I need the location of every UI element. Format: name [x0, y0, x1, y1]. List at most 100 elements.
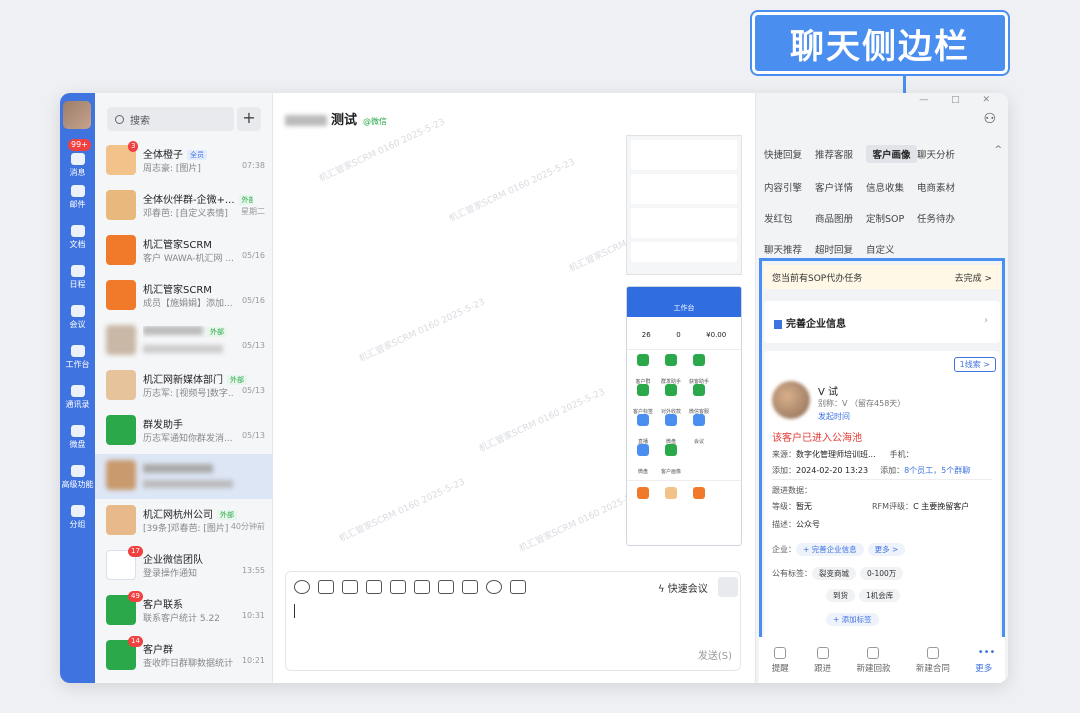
list-item[interactable]: 群发助手 历志军通知你群发消... 05/13 [95, 409, 273, 454]
tab-custom-sop[interactable]: 定制SOP [866, 211, 917, 225]
list-item[interactable]: 14 客户群 查收昨日群聊数据统计 10:21 [95, 634, 273, 679]
tab-customer-detail[interactable]: 客户详情 [815, 180, 866, 194]
start-chat-link[interactable]: 发起时间 [818, 411, 850, 422]
ellipsis-icon: ••• [977, 646, 996, 658]
nav-workbench[interactable]: 工作台 [60, 345, 95, 370]
list-item[interactable]: 3 全体橙子 全员 周志豪: [图片] 07:38 [95, 139, 273, 184]
follow-data[interactable]: 跟进数据： [772, 485, 812, 496]
tag-pill: 1机会库 [859, 589, 901, 602]
customer-name: V 试 [818, 387, 839, 398]
reminder-button[interactable]: 提醒 [772, 646, 789, 674]
nav-groups[interactable]: 分组 [60, 505, 95, 530]
more-button[interactable]: ••• 更多 [975, 646, 996, 674]
sparkle-icon [70, 465, 85, 477]
tab-tasks[interactable]: 任务待办 [917, 211, 968, 225]
leads-button[interactable]: 1线索 > [953, 357, 996, 372]
list-item[interactable]: 49 客户联系 联系客户统计 5.22 10:31 [95, 589, 273, 634]
tab-ecommerce-assets[interactable]: 电商素材 [917, 180, 968, 194]
meeting-icon [70, 305, 85, 317]
message-badge: 99+ [68, 139, 91, 151]
nav-calendar[interactable]: 日程 [60, 265, 95, 290]
tab-customer-profile[interactable]: 客户画像 [866, 145, 917, 163]
nav-advanced[interactable]: 高级功能 [60, 465, 95, 490]
bell-icon [774, 646, 787, 659]
list-item[interactable]: 外部 05/13 [95, 319, 273, 364]
list-item[interactable]: 机汇网杭州公司 外部 [39条]邓春芭: [图片] 40分钟前 [95, 499, 273, 544]
complete-company-pill[interactable]: + 完善企业信息 [796, 543, 864, 556]
watermark: 机汇管家SCRM 0160 2025-5-23 [447, 157, 577, 225]
image-message[interactable]: 工作台 26 0 ¥0.00 客户群 群发助手 获客助手 客户标签 对外收款 微… [626, 286, 742, 546]
tag-icon [70, 505, 85, 517]
calendar-icon [70, 265, 85, 277]
tab-red-packet[interactable]: 发红包 [764, 211, 815, 225]
contract-icon [926, 646, 939, 659]
scrm-logo [106, 280, 136, 310]
chat-panel: 测试 @微信 机汇管家SCRM 0160 2025-5-23 机汇管家SCRM 0… [273, 93, 755, 683]
scrm-logo [106, 235, 136, 265]
list-item-selected[interactable] [95, 454, 273, 499]
watermark: 机汇管家SCRM 0160 2025-5-23 [477, 387, 607, 455]
image-icon[interactable] [342, 580, 358, 594]
emoji-icon[interactable] [294, 580, 310, 594]
yen-icon[interactable] [462, 580, 478, 594]
nav-drive[interactable]: 微盘 [60, 425, 95, 450]
complete-company-card[interactable]: 完善企业信息 › [764, 301, 1000, 343]
follow-up-button[interactable]: 跟进 [814, 646, 831, 674]
group-avatar [106, 190, 136, 220]
window-controls[interactable]: — □ ✕ [919, 95, 1000, 105]
tab-chat-recommend[interactable]: 聊天推荐 [764, 242, 815, 256]
checkbox-icon[interactable] [390, 580, 406, 594]
toggle-sidebar-button[interactable] [718, 577, 738, 597]
quick-meeting-button[interactable]: ϟ 快速会议 [658, 580, 708, 595]
tab-info-collect[interactable]: 信息收集 [866, 180, 917, 194]
sidebar-action-bar: 提醒 跟进 新建回款 新建合同 ••• 更多 [759, 637, 1005, 683]
more-pill[interactable]: 更多 > [867, 543, 906, 556]
nav-meeting[interactable]: 会议 [60, 305, 95, 330]
new-contract-button[interactable]: 新建合同 [916, 646, 950, 674]
watermark: 机汇管家SCRM 0160 2025-5-23 [337, 477, 467, 545]
add-tag-button[interactable]: + 添加标签 [826, 613, 879, 626]
schedule-icon[interactable] [510, 580, 526, 594]
tab-chat-analysis[interactable]: 聊天分析 [917, 147, 968, 161]
left-nav: 99+ 消息 邮件 文档 日程 会议 工作台 通讯录 微盘 高级功能 分组 [60, 93, 95, 683]
list-item[interactable]: 机汇网新媒体部门 外部 历志军: [视频号]数字... 05/13 [95, 364, 273, 409]
tab-quick-reply[interactable]: 快捷回复 [764, 147, 815, 161]
phone-icon[interactable] [438, 580, 454, 594]
list-item[interactable]: 机汇管家SCRM 客户 WAWA-机汇网 ... 05/16 [95, 229, 273, 274]
image-message[interactable] [626, 135, 742, 275]
message-input[interactable]: ϟ 快速会议 发送(S) [285, 571, 741, 671]
nav-docs[interactable]: 文档 [60, 225, 95, 250]
list-item[interactable]: 机汇管家SCRM 成员【施娟娟】添加... 05/16 [95, 274, 273, 319]
more-icon[interactable] [486, 580, 502, 594]
tab-product-album[interactable]: 商品图册 [815, 211, 866, 225]
chevron-up-icon[interactable]: ^ [994, 145, 1002, 155]
file-icon[interactable] [366, 580, 382, 594]
search-icon [115, 114, 124, 124]
send-button[interactable]: 发送(S) [698, 647, 732, 662]
add-button[interactable]: + [237, 107, 261, 131]
tab-custom[interactable]: 自定义 [866, 242, 917, 256]
tab-recommend-service[interactable]: 推荐客服 [815, 147, 866, 161]
scissors-icon[interactable] [318, 580, 334, 594]
nav-messages[interactable]: 消息 [60, 153, 95, 178]
nav-contacts[interactable]: 通讯录 [60, 385, 95, 410]
contact-avatar [106, 460, 136, 490]
text-cursor [294, 604, 295, 618]
tab-timeout-reply[interactable]: 超时回复 [815, 242, 866, 256]
list-item[interactable]: 全体伙伴群-企微+... 外部 邓春芭: [自定义表情] 星期二 [95, 184, 273, 229]
user-avatar[interactable] [63, 101, 91, 129]
search-input[interactable]: 搜索 [107, 107, 234, 131]
add-user-icon[interactable]: ⚇ [983, 111, 996, 127]
tab-content-engine[interactable]: 内容引擎 [764, 180, 815, 194]
megaphone-icon [106, 415, 136, 445]
folder-icon[interactable] [414, 580, 430, 594]
callout-pointer [903, 76, 906, 94]
sop-banner[interactable]: 您当前有SOP代办任务 去完成 > [764, 265, 1000, 289]
list-item[interactable]: 17 企业微信团队 登录操作通知 13:55 [95, 544, 273, 589]
nav-mail[interactable]: 邮件 [60, 185, 95, 210]
doc-icon [70, 225, 85, 237]
new-payment-button[interactable]: 新建回款 [856, 646, 890, 674]
chevron-right-icon: › [984, 315, 988, 326]
customer-avatar [772, 381, 810, 419]
message-icon [70, 153, 85, 165]
